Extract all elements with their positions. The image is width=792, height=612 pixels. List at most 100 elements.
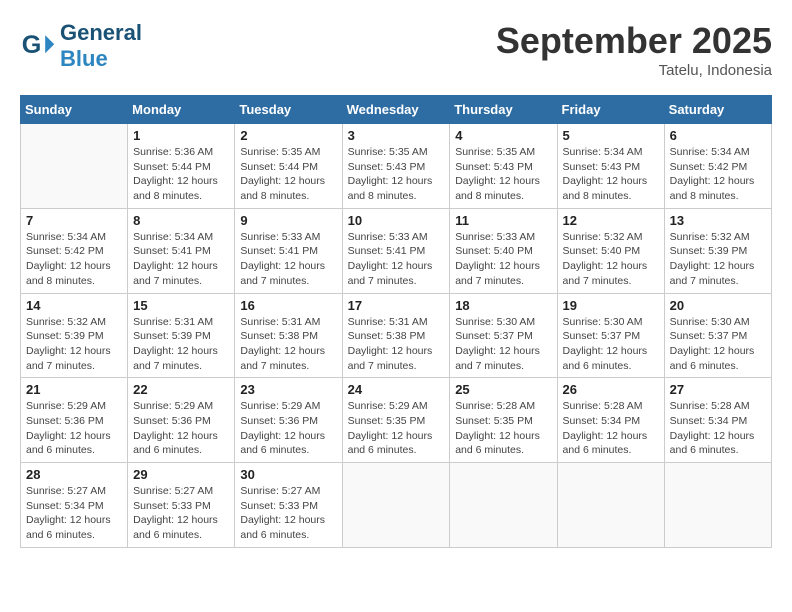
calendar-cell: 5 Sunrise: 5:34 AM Sunset: 5:43 PM Daylig… <box>557 124 664 209</box>
weekday-header-row: SundayMondayTuesdayWednesdayThursdayFrid… <box>21 96 772 124</box>
day-number: 5 <box>563 128 659 143</box>
page-header: G General Blue September 2025 Tatelu, In… <box>20 20 772 79</box>
day-info: Sunrise: 5:32 AM Sunset: 5:39 PM Dayligh… <box>670 230 766 289</box>
day-info: Sunrise: 5:31 AM Sunset: 5:38 PM Dayligh… <box>348 315 445 374</box>
logo-general-text: General <box>60 20 142 45</box>
day-info: Sunrise: 5:32 AM Sunset: 5:39 PM Dayligh… <box>26 315 122 374</box>
day-number: 6 <box>670 128 766 143</box>
calendar-cell: 25Sunrise: 5:28 AM Sunset: 5:35 PM Dayli… <box>450 378 557 463</box>
svg-text:G: G <box>22 31 42 59</box>
logo: G General Blue <box>20 20 142 72</box>
logo-blue-text: Blue <box>60 46 108 71</box>
calendar-cell: 17 Sunrise: 5:31 AM Sunset: 5:38 PM Dayli… <box>342 293 450 378</box>
month-title: September 2025 <box>496 20 772 62</box>
calendar-cell: 3Sunrise: 5:35 AM Sunset: 5:43 PM Daylig… <box>342 124 450 209</box>
title-block: September 2025 Tatelu, Indonesia <box>496 20 772 79</box>
day-info: Sunrise: 5:35 AM Sunset: 5:43 PM Dayligh… <box>455 145 551 204</box>
day-number: 11 <box>455 213 551 228</box>
calendar-cell: 26 Sunrise: 5:28 AM Sunset: 5:34 PM Dayli… <box>557 378 664 463</box>
day-number: 4 <box>455 128 551 143</box>
week-row-4: 21 Sunrise: 5:29 AM Sunset: 5:36 PM Dayli… <box>21 378 772 463</box>
day-number: 26 <box>563 382 659 397</box>
day-number: 30 <box>240 467 336 482</box>
calendar-cell: 4 Sunrise: 5:35 AM Sunset: 5:43 PM Daylig… <box>450 124 557 209</box>
calendar-cell: 16 Sunrise: 5:31 AM Sunset: 5:38 PM Dayli… <box>235 293 342 378</box>
day-number: 12 <box>563 213 659 228</box>
calendar-cell <box>21 124 128 209</box>
day-info: Sunrise: 5:33 AM Sunset: 5:41 PM Dayligh… <box>240 230 336 289</box>
day-info: Sunrise: 5:29 AM Sunset: 5:35 PM Dayligh… <box>348 399 445 458</box>
weekday-header-saturday: Saturday <box>664 96 771 124</box>
day-info: Sunrise: 5:27 AM Sunset: 5:34 PM Dayligh… <box>26 484 122 543</box>
day-number: 10 <box>348 213 445 228</box>
day-info: Sunrise: 5:30 AM Sunset: 5:37 PM Dayligh… <box>670 315 766 374</box>
day-number: 15 <box>133 298 229 313</box>
day-info: Sunrise: 5:36 AM Sunset: 5:44 PM Dayligh… <box>133 145 229 204</box>
day-number: 21 <box>26 382 122 397</box>
calendar-cell: 6 Sunrise: 5:34 AM Sunset: 5:42 PM Daylig… <box>664 124 771 209</box>
calendar-cell: 20 Sunrise: 5:30 AM Sunset: 5:37 PM Dayli… <box>664 293 771 378</box>
day-info: Sunrise: 5:34 AM Sunset: 5:43 PM Dayligh… <box>563 145 659 204</box>
calendar-cell: 19Sunrise: 5:30 AM Sunset: 5:37 PM Dayli… <box>557 293 664 378</box>
day-number: 19 <box>563 298 659 313</box>
calendar-cell: 23 Sunrise: 5:29 AM Sunset: 5:36 PM Dayli… <box>235 378 342 463</box>
week-row-5: 28Sunrise: 5:27 AM Sunset: 5:34 PM Dayli… <box>21 463 772 548</box>
day-info: Sunrise: 5:35 AM Sunset: 5:44 PM Dayligh… <box>240 145 336 204</box>
day-number: 23 <box>240 382 336 397</box>
weekday-header-sunday: Sunday <box>21 96 128 124</box>
weekday-header-tuesday: Tuesday <box>235 96 342 124</box>
day-info: Sunrise: 5:30 AM Sunset: 5:37 PM Dayligh… <box>455 315 551 374</box>
day-info: Sunrise: 5:28 AM Sunset: 5:34 PM Dayligh… <box>670 399 766 458</box>
day-number: 20 <box>670 298 766 313</box>
calendar-cell: 13Sunrise: 5:32 AM Sunset: 5:39 PM Dayli… <box>664 208 771 293</box>
logo-icon: G <box>20 28 56 64</box>
day-info: Sunrise: 5:34 AM Sunset: 5:42 PM Dayligh… <box>26 230 122 289</box>
calendar-cell: 30 Sunrise: 5:27 AM Sunset: 5:33 PM Dayli… <box>235 463 342 548</box>
day-info: Sunrise: 5:29 AM Sunset: 5:36 PM Dayligh… <box>240 399 336 458</box>
calendar-cell <box>557 463 664 548</box>
day-info: Sunrise: 5:35 AM Sunset: 5:43 PM Dayligh… <box>348 145 445 204</box>
day-number: 17 <box>348 298 445 313</box>
weekday-header-monday: Monday <box>128 96 235 124</box>
calendar-cell: 7 Sunrise: 5:34 AM Sunset: 5:42 PM Daylig… <box>21 208 128 293</box>
weekday-header-thursday: Thursday <box>450 96 557 124</box>
day-info: Sunrise: 5:28 AM Sunset: 5:34 PM Dayligh… <box>563 399 659 458</box>
calendar-cell: 2Sunrise: 5:35 AM Sunset: 5:44 PM Daylig… <box>235 124 342 209</box>
calendar-cell <box>664 463 771 548</box>
day-info: Sunrise: 5:34 AM Sunset: 5:42 PM Dayligh… <box>670 145 766 204</box>
calendar-cell: 18 Sunrise: 5:30 AM Sunset: 5:37 PM Dayli… <box>450 293 557 378</box>
calendar-cell <box>450 463 557 548</box>
calendar-cell: 21Sunrise: 5:29 AM Sunset: 5:36 PM Dayli… <box>21 378 128 463</box>
day-info: Sunrise: 5:32 AM Sunset: 5:40 PM Dayligh… <box>563 230 659 289</box>
day-number: 18 <box>455 298 551 313</box>
day-info: Sunrise: 5:27 AM Sunset: 5:33 PM Dayligh… <box>240 484 336 543</box>
calendar-cell: 12 Sunrise: 5:32 AM Sunset: 5:40 PM Dayli… <box>557 208 664 293</box>
day-number: 27 <box>670 382 766 397</box>
day-number: 7 <box>26 213 122 228</box>
day-number: 29 <box>133 467 229 482</box>
day-info: Sunrise: 5:33 AM Sunset: 5:41 PM Dayligh… <box>348 230 445 289</box>
day-info: Sunrise: 5:29 AM Sunset: 5:36 PM Dayligh… <box>133 399 229 458</box>
calendar-cell: 28Sunrise: 5:27 AM Sunset: 5:34 PM Dayli… <box>21 463 128 548</box>
calendar-cell: 29 Sunrise: 5:27 AM Sunset: 5:33 PM Dayli… <box>128 463 235 548</box>
location-subtitle: Tatelu, Indonesia <box>496 62 772 79</box>
day-number: 8 <box>133 213 229 228</box>
calendar-cell: 8 Sunrise: 5:34 AM Sunset: 5:41 PM Daylig… <box>128 208 235 293</box>
day-number: 22 <box>133 382 229 397</box>
day-info: Sunrise: 5:34 AM Sunset: 5:41 PM Dayligh… <box>133 230 229 289</box>
week-row-1: 1 Sunrise: 5:36 AM Sunset: 5:44 PM Daylig… <box>21 124 772 209</box>
weekday-header-wednesday: Wednesday <box>342 96 450 124</box>
day-info: Sunrise: 5:31 AM Sunset: 5:38 PM Dayligh… <box>240 315 336 374</box>
calendar-cell: 24Sunrise: 5:29 AM Sunset: 5:35 PM Dayli… <box>342 378 450 463</box>
day-info: Sunrise: 5:28 AM Sunset: 5:35 PM Dayligh… <box>455 399 551 458</box>
day-info: Sunrise: 5:27 AM Sunset: 5:33 PM Dayligh… <box>133 484 229 543</box>
day-info: Sunrise: 5:33 AM Sunset: 5:40 PM Dayligh… <box>455 230 551 289</box>
calendar-cell: 9Sunrise: 5:33 AM Sunset: 5:41 PM Daylig… <box>235 208 342 293</box>
day-number: 16 <box>240 298 336 313</box>
day-number: 1 <box>133 128 229 143</box>
calendar-cell: 15Sunrise: 5:31 AM Sunset: 5:39 PM Dayli… <box>128 293 235 378</box>
calendar-cell: 27 Sunrise: 5:28 AM Sunset: 5:34 PM Dayli… <box>664 378 771 463</box>
calendar-cell: 10 Sunrise: 5:33 AM Sunset: 5:41 PM Dayli… <box>342 208 450 293</box>
calendar-table: SundayMondayTuesdayWednesdayThursdayFrid… <box>20 95 772 548</box>
week-row-2: 7 Sunrise: 5:34 AM Sunset: 5:42 PM Daylig… <box>21 208 772 293</box>
